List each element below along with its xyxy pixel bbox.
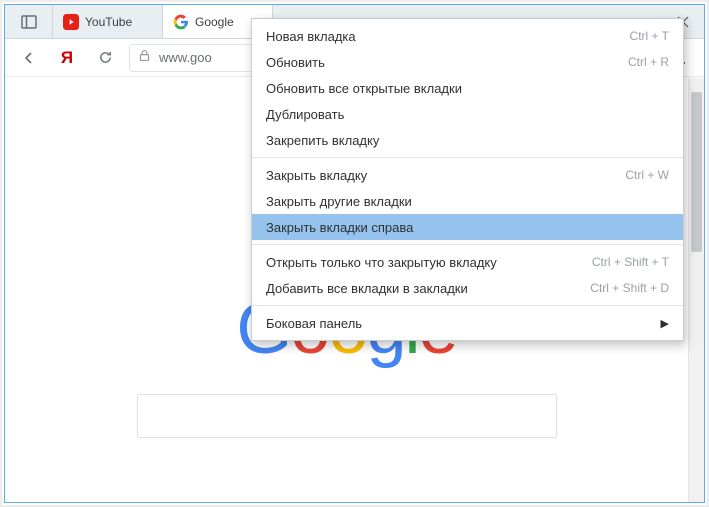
youtube-icon — [63, 14, 79, 30]
ctx-bookmark-all[interactable]: Добавить все вкладки в закладкиCtrl + Sh… — [252, 275, 683, 301]
reload-icon — [98, 50, 113, 65]
ctx-close-right[interactable]: Закрыть вкладки справа — [252, 214, 683, 240]
separator — [252, 305, 683, 306]
back-button[interactable] — [15, 44, 43, 72]
submenu-arrow-icon: ▶ — [661, 317, 669, 330]
ctx-side-panel[interactable]: Боковая панель▶ — [252, 310, 683, 336]
ctx-new-tab[interactable]: Новая вкладкаCtrl + T — [252, 23, 683, 49]
tab-youtube[interactable]: YouTube — [53, 5, 163, 38]
yandex-home-button[interactable]: Я — [53, 44, 81, 72]
ctx-pin[interactable]: Закрепить вкладку — [252, 127, 683, 153]
ctx-reload-all[interactable]: Обновить все открытые вкладки — [252, 75, 683, 101]
sidebar-toggle-button[interactable] — [5, 5, 53, 38]
chevron-left-icon — [21, 50, 37, 66]
lock-icon — [138, 49, 151, 67]
separator — [252, 244, 683, 245]
separator — [252, 157, 683, 158]
tab-label: Google — [195, 15, 234, 29]
tab-label: YouTube — [85, 15, 132, 29]
search-input[interactable] — [137, 394, 557, 438]
vertical-scrollbar[interactable] — [688, 78, 704, 502]
ctx-reload[interactable]: ОбновитьCtrl + R — [252, 49, 683, 75]
google-icon — [173, 14, 189, 30]
reload-button[interactable] — [91, 44, 119, 72]
ctx-duplicate[interactable]: Дублировать — [252, 101, 683, 127]
tab-context-menu: Новая вкладкаCtrl + T ОбновитьCtrl + R О… — [251, 18, 684, 341]
ctx-reopen-closed[interactable]: Открыть только что закрытую вкладкуCtrl … — [252, 249, 683, 275]
url-text: www.goo — [159, 50, 212, 65]
ctx-close-tab[interactable]: Закрыть вкладкуCtrl + W — [252, 162, 683, 188]
ctx-close-others[interactable]: Закрыть другие вкладки — [252, 188, 683, 214]
